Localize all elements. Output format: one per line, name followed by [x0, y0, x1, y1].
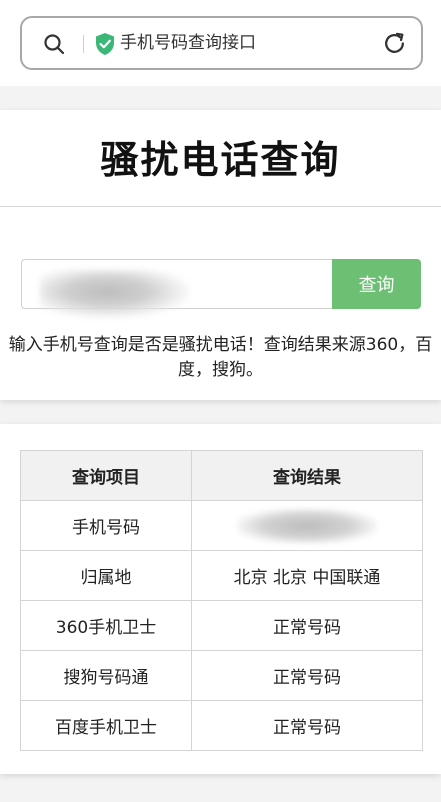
row-result: 正常号码	[191, 600, 423, 651]
row-item: 百度手机卫士	[20, 700, 192, 751]
page-title: 骚扰电话查询	[100, 138, 341, 182]
table-row: 360手机卫士 正常号码	[20, 600, 423, 651]
table-row: 归属地 北京 北京 中国联通	[20, 550, 423, 601]
description-text: 输入手机号查询是否是骚扰电话！查询结果来源360，百度，搜狗。	[8, 335, 433, 380]
reload-icon[interactable]	[382, 31, 407, 56]
table-row: 百度手机卫士 正常号码	[20, 700, 423, 751]
redacted-number-mask	[40, 270, 190, 318]
title-divider	[0, 206, 441, 207]
row-item: 搜狗号码通	[20, 650, 192, 701]
address-bar[interactable]: 手机号码查询接口	[20, 16, 423, 70]
results-card: 查询项目 查询结果 手机号码 归属地 北京 北京 中国联通 360手机卫士 正常…	[0, 424, 441, 774]
row-item: 360手机卫士	[20, 600, 192, 651]
table-row: 搜狗号码通 正常号码	[20, 650, 423, 701]
header-item: 查询项目	[20, 450, 192, 501]
redacted-phone-mask	[237, 507, 377, 544]
table-header-row: 查询项目 查询结果	[20, 450, 423, 501]
results-table: 查询项目 查询结果 手机号码 归属地 北京 北京 中国联通 360手机卫士 正常…	[20, 450, 423, 751]
search-card: 骚扰电话查询 查询 输入手机号查询是否是骚扰电话！查询结果来源360，百度，搜狗…	[0, 110, 441, 400]
shield-check-icon	[96, 33, 114, 55]
query-button[interactable]: 查询	[332, 259, 421, 309]
row-result: 北京 北京 中国联通	[191, 550, 423, 601]
row-result-redacted	[191, 500, 423, 551]
browser-toolbar: 手机号码查询接口	[0, 0, 441, 86]
header-result: 查询结果	[191, 450, 423, 501]
address-divider	[83, 35, 84, 53]
table-row: 手机号码	[20, 500, 423, 551]
row-item: 手机号码	[20, 500, 192, 551]
row-item: 归属地	[20, 550, 192, 601]
row-result: 正常号码	[191, 650, 423, 701]
row-result: 正常号码	[191, 700, 423, 751]
page-url-title[interactable]: 手机号码查询接口	[120, 31, 256, 55]
search-icon[interactable]	[42, 32, 66, 56]
